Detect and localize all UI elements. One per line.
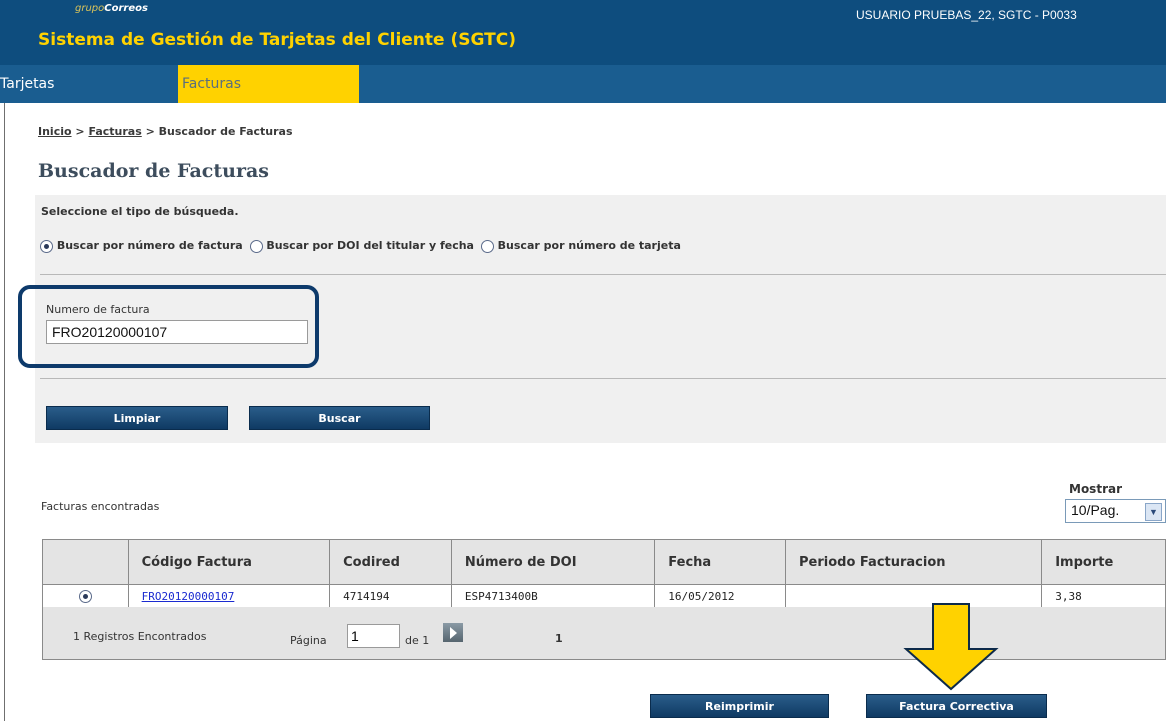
radio-button[interactable] xyxy=(480,239,494,253)
results-table: Código Factura Codired Número de DOI Fec… xyxy=(42,539,1166,608)
table-header: Importe xyxy=(1041,539,1166,585)
records-count: 1 Registros Encontrados xyxy=(73,630,207,643)
show-label: Mostrar xyxy=(1069,482,1122,496)
table-header-select xyxy=(42,539,129,585)
breadcrumb-inicio-link[interactable]: Inicio xyxy=(38,125,72,138)
radio-button[interactable] xyxy=(249,239,263,253)
tab-tarjetas-label: Tarjetas xyxy=(0,76,55,92)
page-of-label: de 1 xyxy=(405,634,430,647)
results-label: Facturas encontradas xyxy=(41,500,160,513)
divider xyxy=(40,378,1166,379)
search-type-radios: Buscar por número de factura Buscar por … xyxy=(40,239,684,253)
content-border xyxy=(4,103,5,721)
invoice-number-input[interactable]: FRO20120000107 xyxy=(46,320,308,344)
cell-fecha: 16/05/2012 xyxy=(654,584,787,608)
divider xyxy=(40,274,1166,275)
table-header: Codired xyxy=(329,539,452,585)
cell-codigo[interactable]: FRO20120000107 xyxy=(127,584,331,608)
next-page-icon[interactable] xyxy=(443,623,463,642)
cell-codired: 4714194 xyxy=(329,584,452,608)
app-title: Sistema de Gestión de Tarjetas del Clien… xyxy=(38,30,516,50)
tab-tarjetas[interactable]: Tarjetas xyxy=(0,65,178,103)
radio-option-numero-tarjeta[interactable]: Buscar por número de tarjeta xyxy=(480,239,681,253)
breadcrumb-facturas-link[interactable]: Facturas xyxy=(88,125,141,138)
invoice-number-label: Numero de factura xyxy=(46,303,150,316)
corrective-invoice-button[interactable]: Factura Correctiva xyxy=(866,694,1047,718)
cell-doi: ESP4713400B xyxy=(450,584,656,608)
tab-facturas-label: Facturas xyxy=(182,76,242,92)
table-header: Periodo Facturacion xyxy=(785,539,1043,585)
correos-logo: grupoCorreos xyxy=(75,3,148,14)
table-header-row: Código Factura Codired Número de DOI Fec… xyxy=(42,539,1166,585)
page-label: Página xyxy=(290,634,327,647)
breadcrumb: Inicio > Facturas > Buscador de Facturas xyxy=(38,125,293,138)
search-type-label: Seleccione el tipo de búsqueda. xyxy=(41,205,239,218)
invoice-code-link[interactable]: FRO20120000107 xyxy=(142,590,235,603)
page-title: Buscador de Facturas xyxy=(38,160,269,182)
table-header: Código Factura xyxy=(127,539,331,585)
page-number-link[interactable]: 1 xyxy=(555,632,563,645)
radio-button[interactable] xyxy=(40,239,53,253)
table-header: Fecha xyxy=(654,539,787,585)
radio-option-doi-fecha[interactable]: Buscar por DOI del titular y fecha xyxy=(249,239,474,253)
breadcrumb-current: Buscador de Facturas xyxy=(158,125,293,138)
radio-option-numero-factura[interactable]: Buscar por número de factura xyxy=(40,239,243,253)
clear-button[interactable]: Limpiar xyxy=(46,406,228,430)
arrow-down-icon xyxy=(903,603,999,691)
row-select-cell[interactable] xyxy=(42,584,129,608)
cell-importe: 3,38 xyxy=(1041,584,1166,608)
page-size-select[interactable]: 10/Pag. ▼ xyxy=(1065,499,1166,523)
tab-facturas[interactable]: Facturas xyxy=(178,65,359,103)
page-number-input[interactable]: 1 xyxy=(347,624,400,648)
page-size-value: 10/Pag. xyxy=(1071,502,1120,518)
reprint-button[interactable]: Reimprimir xyxy=(650,694,829,718)
user-info: USUARIO PRUEBAS_22, SGTC - P0033 xyxy=(856,8,1077,22)
search-button[interactable]: Buscar xyxy=(249,406,430,430)
chevron-down-icon[interactable]: ▼ xyxy=(1145,503,1162,521)
row-radio-button[interactable] xyxy=(78,589,92,603)
table-header: Número de DOI xyxy=(450,539,656,585)
